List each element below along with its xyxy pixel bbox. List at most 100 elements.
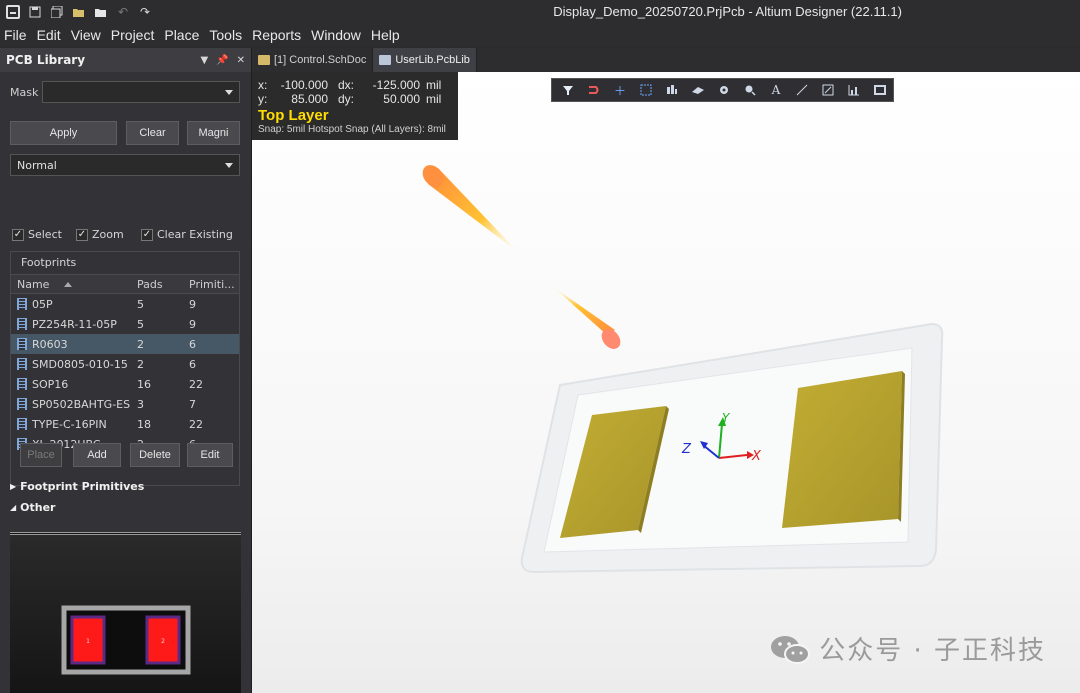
tab-label: [1] Control.SchDoc (274, 54, 367, 66)
table-row-selected[interactable]: R0603 2 6 (11, 334, 239, 354)
select-checkbox[interactable]: ✓ Select (12, 228, 62, 241)
y-value: 85.000 (291, 92, 328, 106)
other-section[interactable]: ◢ Other (10, 501, 55, 514)
component-icon[interactable] (688, 81, 708, 99)
footprint-primitives-label: Footprint Primitives (20, 480, 145, 493)
preview-pad-2-label: 2 (161, 638, 165, 645)
add-button[interactable]: Add (73, 443, 121, 467)
app-icon[interactable] (4, 3, 22, 21)
save-icon[interactable] (26, 3, 44, 21)
chevron-down-icon[interactable] (225, 162, 233, 168)
chevron-down-icon[interactable] (225, 89, 233, 95)
menu-edit[interactable]: Edit (37, 27, 61, 43)
x-value: -100.000 (280, 78, 328, 92)
checkbox-checked-icon[interactable]: ✓ (12, 228, 24, 241)
footprint-icon (17, 378, 27, 390)
table-row[interactable]: TYPE-C-16PIN 18 22 (11, 414, 239, 434)
menu-help[interactable]: Help (371, 27, 400, 43)
clear-existing-checkbox[interactable]: ✓ Clear Existing (141, 228, 233, 241)
dimension-icon[interactable] (818, 81, 838, 99)
zoom-checkbox[interactable]: ✓ Zoom (76, 228, 124, 241)
pcb-3d-viewport[interactable]: X Y Z x: -100.000 dx: -125.000 mil y: 85… (252, 72, 1080, 693)
active-bar-toolbar: ＋ A (551, 78, 894, 102)
menu-file[interactable]: File (4, 27, 27, 43)
snap-info: Snap: 5mil Hotspot Snap (All Layers): 8m… (258, 124, 446, 135)
open-icon[interactable] (70, 3, 88, 21)
via-icon[interactable] (740, 81, 760, 99)
pad-icon[interactable] (714, 81, 734, 99)
footprint-name: R0603 (32, 337, 68, 351)
footprint-primitives: 7 (189, 397, 196, 411)
active-layer: Top Layer (258, 107, 329, 124)
expand-arrow-icon[interactable]: ▶ (10, 482, 16, 491)
preview-pad-1-label: 1 (86, 638, 90, 645)
menu-tools[interactable]: Tools (209, 27, 242, 43)
save-all-icon[interactable] (48, 3, 66, 21)
filter-mode-select[interactable]: Normal (10, 154, 240, 176)
pad-2[interactable] (782, 371, 905, 528)
board-icon[interactable] (870, 81, 890, 99)
panel-title: PCB Library (6, 53, 86, 67)
mask-input[interactable] (42, 81, 240, 103)
quick-access-toolbar: ↶ ↷ (0, 0, 154, 24)
x-label: x: (258, 78, 268, 92)
open-project-icon[interactable] (92, 3, 110, 21)
route-icon[interactable] (584, 81, 604, 99)
menu-reports[interactable]: Reports (252, 27, 301, 43)
close-icon[interactable]: ✕ (237, 55, 245, 66)
filter-icon[interactable] (558, 81, 578, 99)
line-icon[interactable] (792, 81, 812, 99)
y-label: y: (258, 92, 268, 106)
place-button[interactable]: Place (20, 443, 62, 467)
footprint-primitives-section[interactable]: ▶ Footprint Primitives (10, 480, 144, 493)
light-cone-lower (552, 286, 621, 349)
column-primitives[interactable]: Primiti... (183, 278, 239, 291)
z-axis-label: Z (681, 442, 692, 457)
align-icon[interactable] (662, 81, 682, 99)
menu-window[interactable]: Window (311, 27, 361, 43)
table-row[interactable]: SOP16 16 22 (11, 374, 239, 394)
apply-button[interactable]: Apply (10, 121, 117, 145)
table-row[interactable]: 05P 5 9 (11, 294, 239, 314)
footprint-preview: 1 2 (10, 532, 241, 693)
add-icon[interactable]: ＋ (610, 81, 630, 99)
chart-icon[interactable] (844, 81, 864, 99)
unit-label: mil (426, 78, 442, 92)
column-name[interactable]: Name (11, 278, 131, 291)
table-row[interactable]: PZ254R-11-05P 5 9 (11, 314, 239, 334)
footprint-name: 05P (32, 297, 53, 311)
menu-project[interactable]: Project (111, 27, 155, 43)
zoom-label: Zoom (92, 228, 124, 241)
magnify-button[interactable]: Magni (187, 121, 240, 145)
pin-icon[interactable]: 📌 (216, 55, 228, 66)
footprint-name: TYPE-C-16PIN (32, 417, 107, 431)
redo-icon[interactable]: ↷ (136, 3, 154, 21)
table-row[interactable]: SMD0805-010-15 2 6 (11, 354, 239, 374)
footprint-icon (17, 418, 27, 430)
dx-value: -125.000 (372, 78, 420, 92)
tab-label: UserLib.PcbLib (395, 54, 470, 66)
edit-button[interactable]: Edit (187, 443, 233, 467)
footprint-pads: 3 (137, 397, 144, 411)
delete-button[interactable]: Delete (130, 443, 180, 467)
checkbox-checked-icon[interactable]: ✓ (141, 228, 153, 241)
rect-select-icon[interactable] (636, 81, 656, 99)
dy-value: 50.000 (383, 92, 420, 106)
checkbox-checked-icon[interactable]: ✓ (76, 228, 88, 241)
menu-view[interactable]: View (71, 27, 101, 43)
collapse-arrow-icon[interactable]: ◢ (10, 503, 16, 512)
schematic-icon (258, 55, 270, 65)
text-icon[interactable]: A (766, 81, 786, 99)
panel-menu-icon[interactable]: ▼ (200, 55, 208, 66)
title-bar: ↶ ↷ Display_Demo_20250720.PrjPcb - Altiu… (0, 0, 1080, 24)
tab-control-schdoc[interactable]: [1] Control.SchDoc (252, 48, 374, 72)
column-pads[interactable]: Pads (131, 278, 183, 291)
footprint-name: SOP16 (32, 377, 69, 391)
clear-button[interactable]: Clear (126, 121, 179, 145)
table-row[interactable]: SP0502BAHTG-ES 3 7 (11, 394, 239, 414)
other-label: Other (20, 501, 56, 514)
footprint-name: SP0502BAHTG-ES (32, 397, 131, 411)
tab-userlib-pcblib[interactable]: UserLib.PcbLib (373, 48, 477, 72)
menu-place[interactable]: Place (164, 27, 199, 43)
undo-icon[interactable]: ↶ (114, 3, 132, 21)
